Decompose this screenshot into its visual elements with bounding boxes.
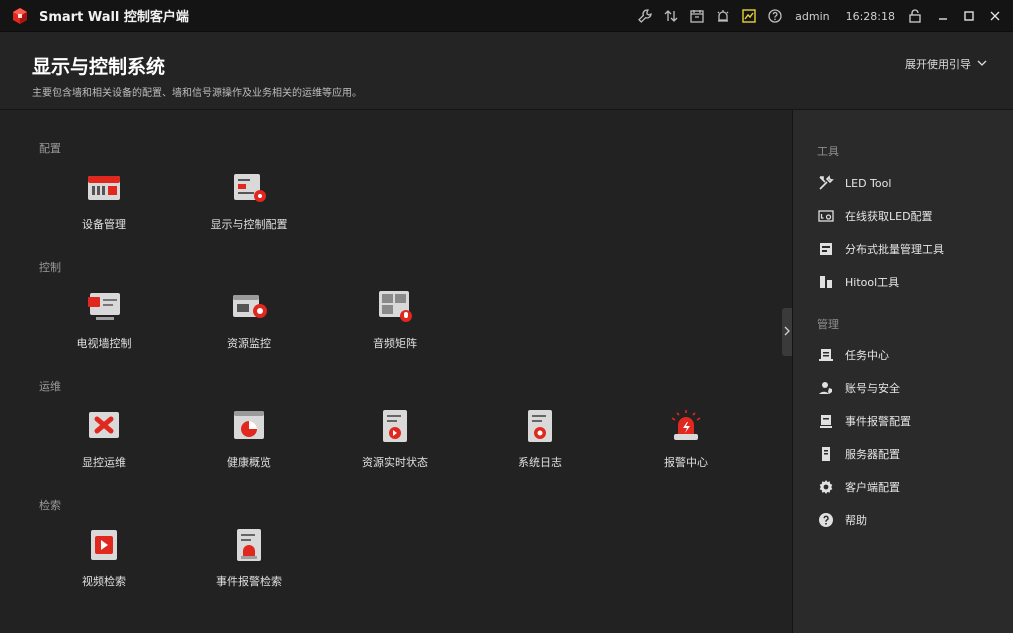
rp-item-account-security[interactable]: 账号与安全 xyxy=(817,377,900,399)
rp-item-help[interactable]: 帮助 xyxy=(817,509,867,531)
app-title: Smart Wall 控制客户端 xyxy=(39,10,189,25)
tile-label: 显控运维 xyxy=(82,456,126,469)
rp-item-online-led-config[interactable]: 在线获取LED配置 xyxy=(817,205,933,227)
expand-guide-button[interactable]: 展开使用引导 xyxy=(905,56,987,72)
rp-item-label: 账号与安全 xyxy=(845,382,900,395)
system-log-icon xyxy=(522,408,558,444)
title-bar: Smart Wall 控制客户端 admin 16:28:18 xyxy=(0,0,1013,32)
rp-item-label: LED Tool xyxy=(845,176,892,190)
tile-label: 视频检索 xyxy=(82,575,126,588)
event-alarm-search-icon xyxy=(231,527,267,563)
rp-item-batch-manage-tool[interactable]: 分布式批量管理工具 xyxy=(817,238,944,260)
tools-section-label: 工具 xyxy=(817,145,839,158)
lock-icon[interactable] xyxy=(905,6,925,26)
resource-monitor-icon xyxy=(231,289,267,325)
alarm-bell-icon[interactable] xyxy=(713,6,733,26)
rp-item-label: 任务中心 xyxy=(845,349,889,362)
page-title: 显示与控制系统 xyxy=(32,56,166,78)
video-search-icon xyxy=(86,527,122,563)
tile-tv-wall-control[interactable]: 电视墙控制 xyxy=(44,289,164,359)
led-config-icon xyxy=(817,207,835,225)
rp-item-client-config[interactable]: 客户端配置 xyxy=(817,476,900,498)
expand-guide-label: 展开使用引导 xyxy=(905,58,971,71)
calendar-icon[interactable] xyxy=(687,6,707,26)
gear-icon xyxy=(817,478,835,496)
display-ops-icon xyxy=(86,408,122,444)
tile-label: 健康概览 xyxy=(227,456,271,469)
wrench-icon[interactable] xyxy=(635,6,655,26)
page-header: 显示与控制系统 主要包含墙和相关设备的配置、墙和信号源操作及业务相关的运维等应用… xyxy=(0,32,1013,110)
rp-item-event-alarm-config[interactable]: 事件报警配置 xyxy=(817,410,911,432)
tile-display-control-config[interactable]: 显示与控制配置 xyxy=(189,170,309,240)
server-icon xyxy=(817,445,835,463)
tile-audio-matrix[interactable]: 音频矩阵 xyxy=(335,289,455,359)
rp-item-label: 服务器配置 xyxy=(845,448,900,461)
audio-matrix-icon xyxy=(377,289,413,325)
tv-wall-icon xyxy=(86,289,122,325)
user-shield-icon xyxy=(817,379,835,397)
section-config: 配置 xyxy=(39,142,61,155)
rp-item-task-center[interactable]: 任务中心 xyxy=(817,344,889,366)
rp-item-hitool[interactable]: Hitool工具 xyxy=(817,271,899,293)
app-logo-icon xyxy=(11,7,29,25)
collapse-panel-toggle[interactable] xyxy=(782,308,792,356)
tile-label: 设备管理 xyxy=(82,218,126,231)
manage-section-label: 管理 xyxy=(817,318,839,331)
section-ops: 运维 xyxy=(39,380,61,393)
tile-system-log[interactable]: 系统日志 xyxy=(480,408,600,478)
tile-label: 系统日志 xyxy=(518,456,562,469)
tile-label: 资源监控 xyxy=(227,337,271,350)
task-center-icon xyxy=(817,346,835,364)
tile-video-search[interactable]: 视频检索 xyxy=(44,527,164,597)
alarm-siren-icon xyxy=(668,408,704,444)
clock-time: 16:28:18 xyxy=(845,9,895,23)
tile-label: 音频矩阵 xyxy=(373,337,417,350)
tile-label: 显示与控制配置 xyxy=(210,218,288,231)
right-panel: 工具 LED Tool 在线获取LED配置 分布式批量管理工具 Hitool工具… xyxy=(793,110,1013,633)
tile-display-ops[interactable]: 显控运维 xyxy=(44,408,164,478)
chevron-right-icon xyxy=(783,326,791,339)
minimize-icon[interactable] xyxy=(933,6,953,26)
display-config-icon xyxy=(231,170,267,206)
rp-item-server-config[interactable]: 服务器配置 xyxy=(817,443,900,465)
user-name[interactable]: admin xyxy=(795,10,829,23)
help-icon[interactable] xyxy=(765,6,785,26)
maximize-icon[interactable] xyxy=(959,6,979,26)
tile-label: 事件报警检索 xyxy=(216,575,282,588)
transfer-icon[interactable] xyxy=(661,6,681,26)
tile-resource-monitor[interactable]: 资源监控 xyxy=(189,289,309,359)
rp-item-label: 在线获取LED配置 xyxy=(845,210,933,223)
tools-icon xyxy=(817,174,835,192)
resource-status-icon xyxy=(377,408,413,444)
tile-health-overview[interactable]: 健康概览 xyxy=(189,408,309,478)
section-control: 控制 xyxy=(39,261,61,274)
device-management-icon xyxy=(86,170,122,206)
rp-item-led-tool[interactable]: LED Tool xyxy=(817,172,891,194)
rp-item-label: 分布式批量管理工具 xyxy=(845,243,944,256)
chevron-down-icon xyxy=(977,58,987,71)
tile-resource-realtime-status[interactable]: 资源实时状态 xyxy=(335,408,455,478)
close-icon[interactable] xyxy=(985,6,1005,26)
health-overview-icon xyxy=(231,408,267,444)
rp-item-label: 帮助 xyxy=(845,514,867,527)
chart-icon[interactable] xyxy=(739,6,759,26)
batch-tool-icon xyxy=(817,240,835,258)
app-grid: 配置 设备管理 显示与控制配置 控制 电视墙控制 资源监控 音频矩阵 运维 显控… xyxy=(0,110,792,633)
rp-item-label: 事件报警配置 xyxy=(845,415,911,428)
tile-label: 报警中心 xyxy=(664,456,708,469)
tile-alarm-center[interactable]: 报警中心 xyxy=(626,408,746,478)
hitool-icon xyxy=(817,273,835,291)
tile-label: 资源实时状态 xyxy=(362,456,428,469)
event-config-icon xyxy=(817,412,835,430)
rp-item-label: Hitool工具 xyxy=(845,276,900,289)
rp-item-label: 客户端配置 xyxy=(845,481,900,494)
help-circle-icon xyxy=(817,511,835,529)
tile-label: 电视墙控制 xyxy=(76,337,132,350)
section-search: 检索 xyxy=(39,499,61,512)
page-subtitle: 主要包含墙和相关设备的配置、墙和信号源操作及业务相关的运维等应用。 xyxy=(32,88,362,99)
tile-device-management[interactable]: 设备管理 xyxy=(44,170,164,240)
tile-event-alarm-search[interactable]: 事件报警检索 xyxy=(189,527,309,597)
